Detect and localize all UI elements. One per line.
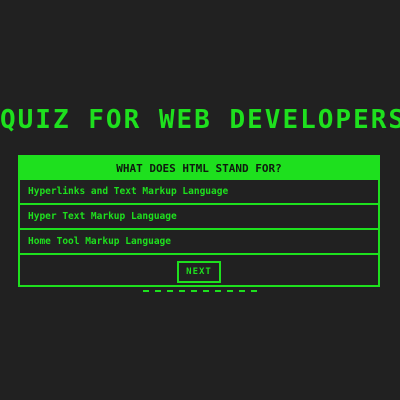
progress-dash — [191, 290, 197, 292]
answer-option[interactable]: Hyperlinks and Text Markup Language — [20, 180, 378, 205]
page-title: QUIZ FOR WEB DEVELOPERS — [0, 105, 400, 135]
progress-dash — [167, 290, 173, 292]
progress-dash — [251, 290, 257, 292]
progress-dash — [239, 290, 245, 292]
quiz-page: QUIZ FOR WEB DEVELOPERS WHAT DOES HTML S… — [0, 0, 400, 400]
progress-dash — [215, 290, 221, 292]
next-button[interactable]: NEXT — [177, 260, 221, 283]
answer-option[interactable]: Home Tool Markup Language — [20, 230, 378, 255]
quiz-footer: NEXT — [20, 255, 378, 288]
quiz-card: WHAT DOES HTML STAND FOR? Hyperlinks and… — [18, 155, 380, 287]
progress-dash — [143, 290, 149, 292]
progress-dash — [227, 290, 233, 292]
progress-dash — [203, 290, 209, 292]
progress-dash — [179, 290, 185, 292]
answer-option[interactable]: Hyper Text Markup Language — [20, 205, 378, 230]
progress-indicator — [0, 290, 400, 292]
progress-dash — [155, 290, 161, 292]
question-text: WHAT DOES HTML STAND FOR? — [20, 157, 378, 180]
